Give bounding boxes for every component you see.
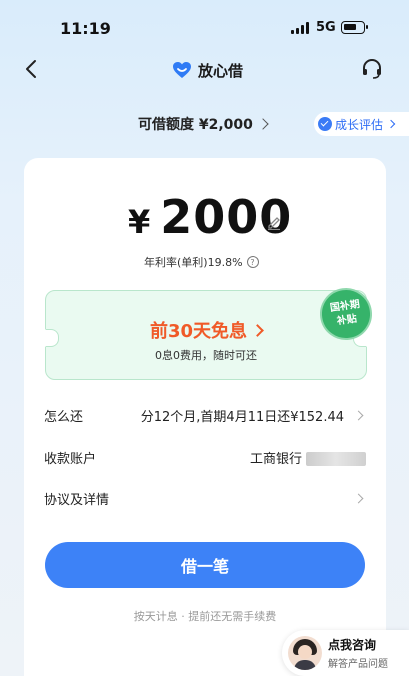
loan-card: ¥ 2000 年利率(单利)19.8% ? 前30天免息 0息0费用，随时可还 … <box>24 158 386 676</box>
credit-quota[interactable]: 可借额度 ¥2,000 <box>138 114 269 134</box>
brand: 放心借 <box>172 58 243 82</box>
repayment-label: 怎么还 <box>44 409 84 425</box>
currency-symbol: ¥ <box>128 203 151 241</box>
brand-logo-icon <box>173 62 191 78</box>
agreement-details-row[interactable]: 协议及详情 <box>44 486 366 510</box>
up-arrow-icon <box>318 117 332 131</box>
chevron-right-icon <box>386 119 396 129</box>
account-value: 工商银行 <box>250 448 366 467</box>
receiving-account-row[interactable]: 收款账户 工商银行 <box>44 445 366 469</box>
signal-icon <box>291 22 311 34</box>
network-label: 5G <box>316 20 336 35</box>
repayment-value: 分12个月,首期4月11日还¥152.44 <box>140 409 344 425</box>
interest-free-promo[interactable]: 前30天免息 0息0费用，随时可还 <box>45 290 367 380</box>
agreement-label: 协议及详情 <box>44 492 110 508</box>
borrow-button[interactable]: 借一笔 <box>45 542 365 588</box>
status-bar: 11:19 5G <box>0 0 409 50</box>
chevron-right-icon <box>353 493 364 503</box>
consult-button[interactable]: 点我咨询 解答产品问题 <box>282 630 409 676</box>
info-icon[interactable]: ? <box>246 256 259 268</box>
credit-quota-label: 可借额度 ¥2,000 <box>138 117 253 133</box>
growth-assessment-label: 成长评估 <box>335 117 384 132</box>
interest-note: 按天计息 · 提前还无需手续费 <box>133 610 277 623</box>
advisor-avatar <box>288 636 322 670</box>
back-arrow-icon[interactable] <box>22 57 42 81</box>
promo-title: 前30天免息 <box>46 317 366 343</box>
consult-subtitle: 解答产品问题 <box>328 659 388 670</box>
chevron-right-icon <box>251 324 264 337</box>
headset-icon[interactable] <box>360 57 384 81</box>
growth-assessment-button[interactable]: 成长评估 <box>314 112 409 136</box>
interest-rate: 年利率(单利)19.8% ? <box>144 254 259 270</box>
consult-title: 点我咨询 <box>328 638 377 652</box>
chevron-right-icon <box>257 118 269 130</box>
status-time: 11:19 <box>60 19 111 38</box>
masked-account-number <box>306 452 366 466</box>
interest-rate-text: 年利率(单利)19.8% <box>144 256 243 269</box>
battery-icon <box>341 21 368 34</box>
brand-name: 放心借 <box>198 61 244 80</box>
account-label: 收款账户 <box>44 451 97 467</box>
promo-subtitle: 0息0费用，随时可还 <box>155 349 257 362</box>
repayment-plan-row[interactable]: 怎么还 分12个月,首期4月11日还¥152.44 <box>44 403 366 427</box>
chevron-right-icon <box>353 410 364 420</box>
nav-bar: 放心借 <box>0 55 409 85</box>
edit-pencil-icon[interactable] <box>266 214 282 231</box>
